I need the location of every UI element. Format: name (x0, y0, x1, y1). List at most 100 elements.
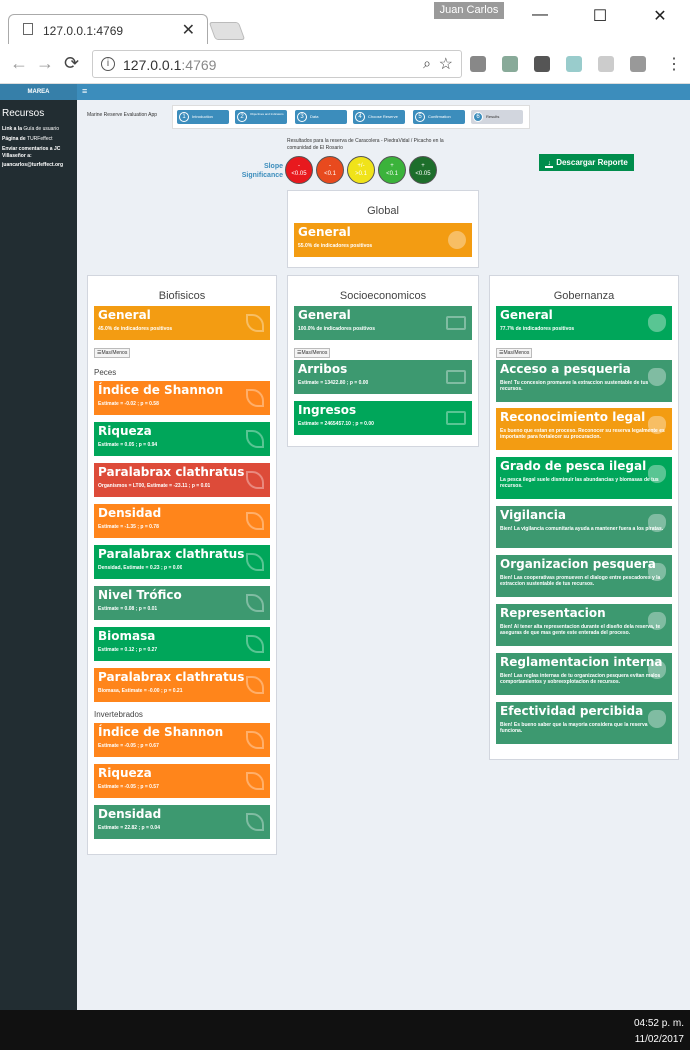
bio-general-card: General 45.0% de indicadores positivos (94, 306, 270, 340)
leaf-icon (246, 430, 264, 448)
reload-icon[interactable]: ⟳ (64, 53, 79, 74)
invertebrados-heading: Invertebrados (94, 710, 143, 719)
globe-icon (448, 231, 466, 249)
legend-circle-neutral: +/- >0.1 (347, 156, 375, 184)
paw-icon (648, 368, 666, 386)
browser-toolbar: ← → ⟳ i 127.0.0.1:4769 ⌕ ☆ ⋮ (0, 44, 690, 84)
hamburger-menu-icon[interactable]: ≡ (82, 86, 87, 96)
leaf-icon (246, 553, 264, 571)
gobernanza-box: Gobernanza General 77.7% de indicadores … (489, 275, 679, 760)
leaf-icon (246, 389, 264, 407)
evernote-extension-icon[interactable] (534, 56, 550, 72)
drive-extension-icon[interactable] (630, 56, 646, 72)
address-bar[interactable]: i 127.0.0.1:4769 ⌕ ☆ (92, 50, 462, 78)
money-icon (446, 370, 466, 384)
shield-extension-icon[interactable] (598, 56, 614, 72)
gob-card-0: Acceso a pesqueria Bien! Tu concesion pro… (496, 360, 672, 402)
app-area: MAREA ≡ Recursos Link a la Guía de usuar… (0, 84, 690, 1010)
peces-heading: Peces (94, 368, 117, 377)
forward-arrow-icon[interactable]: → (36, 53, 54, 74)
sidebar-email[interactable]: juancarlos@turfeffect.org (2, 162, 63, 168)
paw-icon (648, 612, 666, 630)
tab-close-icon[interactable]: ✕ (182, 20, 195, 40)
maximize-button[interactable]: ☐ (580, 6, 620, 26)
user-profile-badge[interactable]: Juan Carlos (434, 2, 504, 19)
new-tab-button[interactable] (208, 22, 246, 40)
leaf-icon (246, 635, 264, 653)
close-window-button[interactable]: ✕ (640, 6, 680, 26)
socio-card-0: Arribos Estimate = 13422.80 ; p = 0.00 (294, 360, 472, 394)
download-report-button[interactable]: ↓ Descargar Reporte (539, 154, 634, 171)
browser-titlebar: 127.0.0.1:4769 ✕ Juan Carlos — ☐ ✕ (0, 0, 690, 44)
sidebar-send-text: Enviar comentarios a JC Villaseñor a: (2, 146, 61, 159)
gob-card-4: Organizacion pesquera Bien! Las cooperati… (496, 555, 672, 597)
taskbar-clock[interactable]: 04:52 p. m. 11/02/2017 (634, 1016, 684, 1048)
money-icon (446, 411, 466, 425)
bio-fish-card-5: Nivel Trófico Estimate = 0.08 ; p = 0.01 (94, 586, 270, 620)
browser-tab[interactable]: 127.0.0.1:4769 ✕ (8, 14, 208, 44)
gob-card-5: Representacion Bien! Al tener alta repres… (496, 604, 672, 646)
back-arrow-icon[interactable]: ← (10, 53, 28, 74)
gob-card-3: Vigilancia Bien! La vigilancia comunitari… (496, 506, 672, 548)
f-extension-icon[interactable] (566, 56, 582, 72)
pdf-extension-icon[interactable] (470, 56, 486, 72)
bio-fish-card-4: Paralabrax clathratus Densidad, Estimate … (94, 545, 270, 579)
tab-title: 127.0.0.1:4769 (43, 24, 124, 38)
step-data[interactable]: 3 Data (295, 110, 347, 124)
bio-fish-card-2: Paralabrax clathratus Organismos = LT00, … (94, 463, 270, 497)
paw-icon (648, 661, 666, 679)
sidebar-page-link[interactable]: Página de TURFeffect (2, 136, 52, 142)
dropbox-extension-icon[interactable] (502, 56, 518, 72)
leaf-icon (246, 512, 264, 530)
paw-icon (648, 314, 666, 332)
info-icon[interactable]: i (101, 57, 115, 71)
biofisicos-box: Biofisicos General 45.0% de indicadores … (87, 275, 277, 855)
app-title: Marine Reserve Evaluation App (87, 112, 158, 118)
step-confirmation[interactable]: 5 Confirmation (413, 110, 465, 124)
legend-circle-pos-01: + <0.1 (378, 156, 406, 184)
bookmark-star-icon[interactable]: ☆ (439, 54, 453, 74)
minimize-button[interactable]: — (520, 6, 560, 24)
sidebar-guide-link[interactable]: Link a la Guía de usuario (2, 126, 59, 132)
step-introduction[interactable]: 1 Introduction (177, 110, 229, 124)
leaf-icon (246, 772, 264, 790)
socio-general-card: General 100.0% de indicadores positivos (294, 306, 472, 340)
paw-icon (648, 710, 666, 728)
global-title: Global (367, 205, 399, 217)
wizard-steps: 1 Introduction 2 Objectives and Indicators… (172, 105, 530, 129)
paw-icon (648, 514, 666, 532)
page-icon (23, 23, 33, 35)
bio-fish-card-1: Riqueza Estimate = 0.05 ; p = 0.94 (94, 422, 270, 456)
os-taskbar: 04:52 p. m. 11/02/2017 (0, 1010, 690, 1050)
legend-circle-neg-005: - <0.05 (285, 156, 313, 184)
step-objectives[interactable]: 2 Objectives and Indicators (235, 110, 287, 124)
legend-circle-neg-01: - <0.1 (316, 156, 344, 184)
gob-title: Gobernanza (553, 290, 615, 302)
socioeconomicos-box: Socioeconomicos General 100.0% de indica… (287, 275, 479, 447)
step-results[interactable]: 6 Results (471, 110, 523, 124)
gob-general-card: General 77.7% de indicadores positivos (496, 306, 672, 340)
bio-inv-card-1: Riqueza Estimate = -0.05 ; p = 0.57 (94, 764, 270, 798)
gob-card-7: Efectividad percibida Bien! Es bueno sabe… (496, 702, 672, 744)
leaf-icon (246, 813, 264, 831)
bio-masmenos-button[interactable]: ☰Mas/Menos (94, 348, 131, 358)
socio-title: Socioeconomicos (339, 290, 427, 302)
biofisicos-title: Biofisicos (158, 290, 206, 302)
browser-menu-icon[interactable]: ⋮ (666, 54, 682, 74)
app-logo[interactable]: MAREA (0, 84, 77, 100)
bio-fish-card-0: Índice de Shannon Estimate = -0.02 ; p = … (94, 381, 270, 415)
app-header: MAREA ≡ (0, 84, 690, 100)
socio-masmenos-button[interactable]: ☰Mas/Menos (294, 348, 331, 358)
bio-fish-card-3: Densidad Estimate = -1.35 ; p = 0.78 (94, 504, 270, 538)
step-choose-reserve[interactable]: 4 Choose Reserve (353, 110, 405, 124)
paw-icon (648, 465, 666, 483)
download-icon: ↓ (545, 160, 554, 168)
paw-icon (648, 563, 666, 581)
bio-inv-card-0: Índice de Shannon Estimate = -0.05 ; p = … (94, 723, 270, 757)
zoom-icon[interactable]: ⌕ (423, 55, 431, 72)
slope-significance-label: Slope Significance (241, 163, 283, 179)
sidebar: Recursos Link a la Guía de usuario Págin… (0, 100, 77, 1010)
leaf-icon (246, 314, 264, 332)
gob-masmenos-button[interactable]: ☰Mas/Menos (496, 348, 533, 358)
leaf-icon (246, 471, 264, 489)
